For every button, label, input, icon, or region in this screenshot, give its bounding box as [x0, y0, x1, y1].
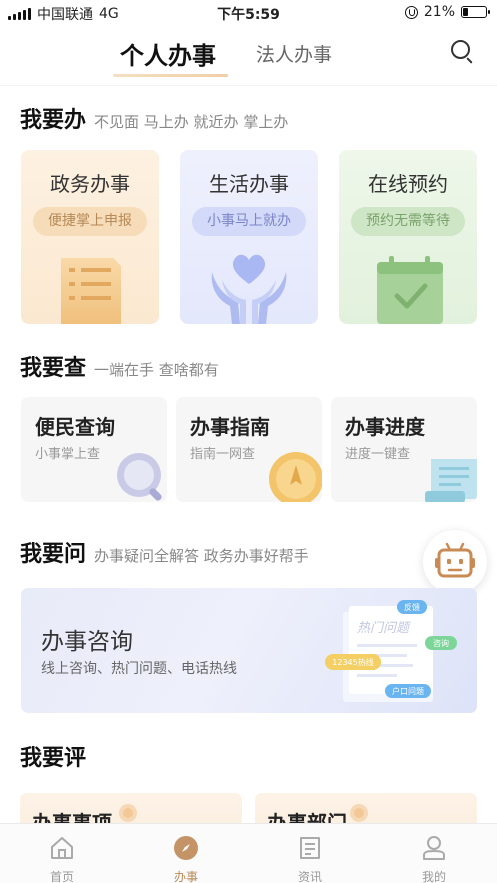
bubble-hotline: 12345热线 [332, 657, 373, 667]
top-tabs: 个人办事 法人办事 [0, 30, 497, 80]
card-government-affairs[interactable]: 政务办事 便捷掌上申报 [21, 150, 159, 324]
nav-news[interactable]: 资讯 [248, 824, 372, 883]
nav-label: 资讯 [297, 870, 322, 883]
nav-label: 首页 [49, 870, 74, 883]
bottom-nav: 首页 办事 资讯 我的 [0, 823, 497, 883]
section-title: 我要评 [20, 745, 87, 771]
section-title: 我要查 [20, 355, 87, 381]
scroll-document-icon [425, 459, 477, 502]
nav-home[interactable]: 首页 [0, 824, 124, 883]
nav-mine[interactable]: 我的 [372, 824, 496, 883]
card-subtitle: 线上咨询、热门问题、电话热线 [41, 661, 237, 677]
nav-label: 办事 [173, 870, 198, 883]
user-icon [423, 836, 445, 860]
bubble-consult: 咨询 [433, 638, 449, 648]
card-subtitle: 进度一键查 [345, 447, 411, 462]
card-title: 办事咨询 [41, 629, 133, 655]
card-online-appointment[interactable]: 在线预约 预约无需等待 [339, 150, 477, 324]
card-life-affairs[interactable]: 生活办事 小事马上就办 [180, 150, 318, 324]
tab-personal[interactable]: 个人办事 [120, 36, 216, 71]
document-icon [61, 258, 121, 324]
battery-percent: 21% [423, 4, 455, 20]
section-rate-header: 我要评 [20, 740, 86, 772]
section-do-header: 我要办 不见面 马上办 就近办 掌上办 [20, 102, 288, 134]
bubble-hukou: 户口问题 [392, 686, 424, 696]
tab-active-indicator [113, 74, 228, 77]
card-service-guide[interactable]: 办事指南 指南一网查 [176, 397, 322, 502]
section-subtitle: 办事疑问全解答 政务办事好帮手 [94, 547, 309, 565]
status-bar: 中国联通 4G 下午5:59 21% [0, 0, 497, 26]
card-title: 生活办事 [209, 172, 289, 196]
section-title: 我要办 [20, 107, 87, 133]
magnifier-icon [117, 453, 162, 501]
badge-decoration-icon [350, 804, 368, 822]
robot-icon [435, 542, 475, 578]
card-subtitle: 小事掌上查 [35, 447, 101, 462]
badge-decoration-icon [119, 804, 137, 822]
section-title: 我要问 [20, 541, 87, 567]
tab-corporate[interactable]: 法人办事 [256, 40, 332, 67]
card-progress[interactable]: 办事进度 进度一键查 [331, 397, 477, 502]
nav-affairs[interactable]: 办事 [124, 824, 248, 883]
news-icon [300, 837, 320, 859]
card-public-query[interactable]: 便民查询 小事掌上查 [21, 397, 167, 502]
search-icon[interactable] [451, 40, 475, 64]
calendar-check-icon [377, 256, 443, 324]
home-icon [51, 837, 73, 859]
section-ask-header: 我要问 办事疑问全解答 政务办事好帮手 [20, 536, 309, 568]
card-tag: 小事马上就办 [192, 207, 306, 236]
heart-hands-icon [211, 254, 287, 324]
bubble-feedback: 反馈 [404, 602, 420, 612]
card-title: 办事进度 [345, 415, 425, 439]
consult-illustration: 热门问题 反馈 咨询 12345热线 户口问题 [325, 600, 457, 702]
robot-assistant-button[interactable] [423, 530, 487, 594]
card-title: 在线预约 [368, 172, 448, 196]
header-divider [0, 85, 497, 86]
illustration-doc-title: 热门问题 [357, 621, 412, 636]
card-title: 便民查询 [35, 415, 115, 439]
card-title: 办事指南 [190, 415, 270, 439]
section-subtitle: 不见面 马上办 就近办 掌上办 [94, 113, 289, 131]
nav-label: 我的 [421, 870, 446, 883]
section-check-header: 我要查 一端在手 查啥都有 [20, 350, 219, 382]
card-title: 政务办事 [50, 172, 130, 196]
battery-icon [461, 6, 490, 18]
compass-icon [174, 836, 198, 860]
card-service-consult[interactable]: 办事咨询 线上咨询、热门问题、电话热线 热门问题 反馈 咨询 12345热线 户… [21, 588, 477, 713]
compass-coin-icon [269, 452, 322, 502]
section-subtitle: 一端在手 查啥都有 [94, 361, 219, 379]
card-tag: 预约无需等待 [351, 207, 465, 236]
orientation-lock-icon [404, 5, 418, 19]
card-tag: 便捷掌上申报 [33, 207, 147, 236]
card-subtitle: 指南一网查 [190, 447, 256, 462]
